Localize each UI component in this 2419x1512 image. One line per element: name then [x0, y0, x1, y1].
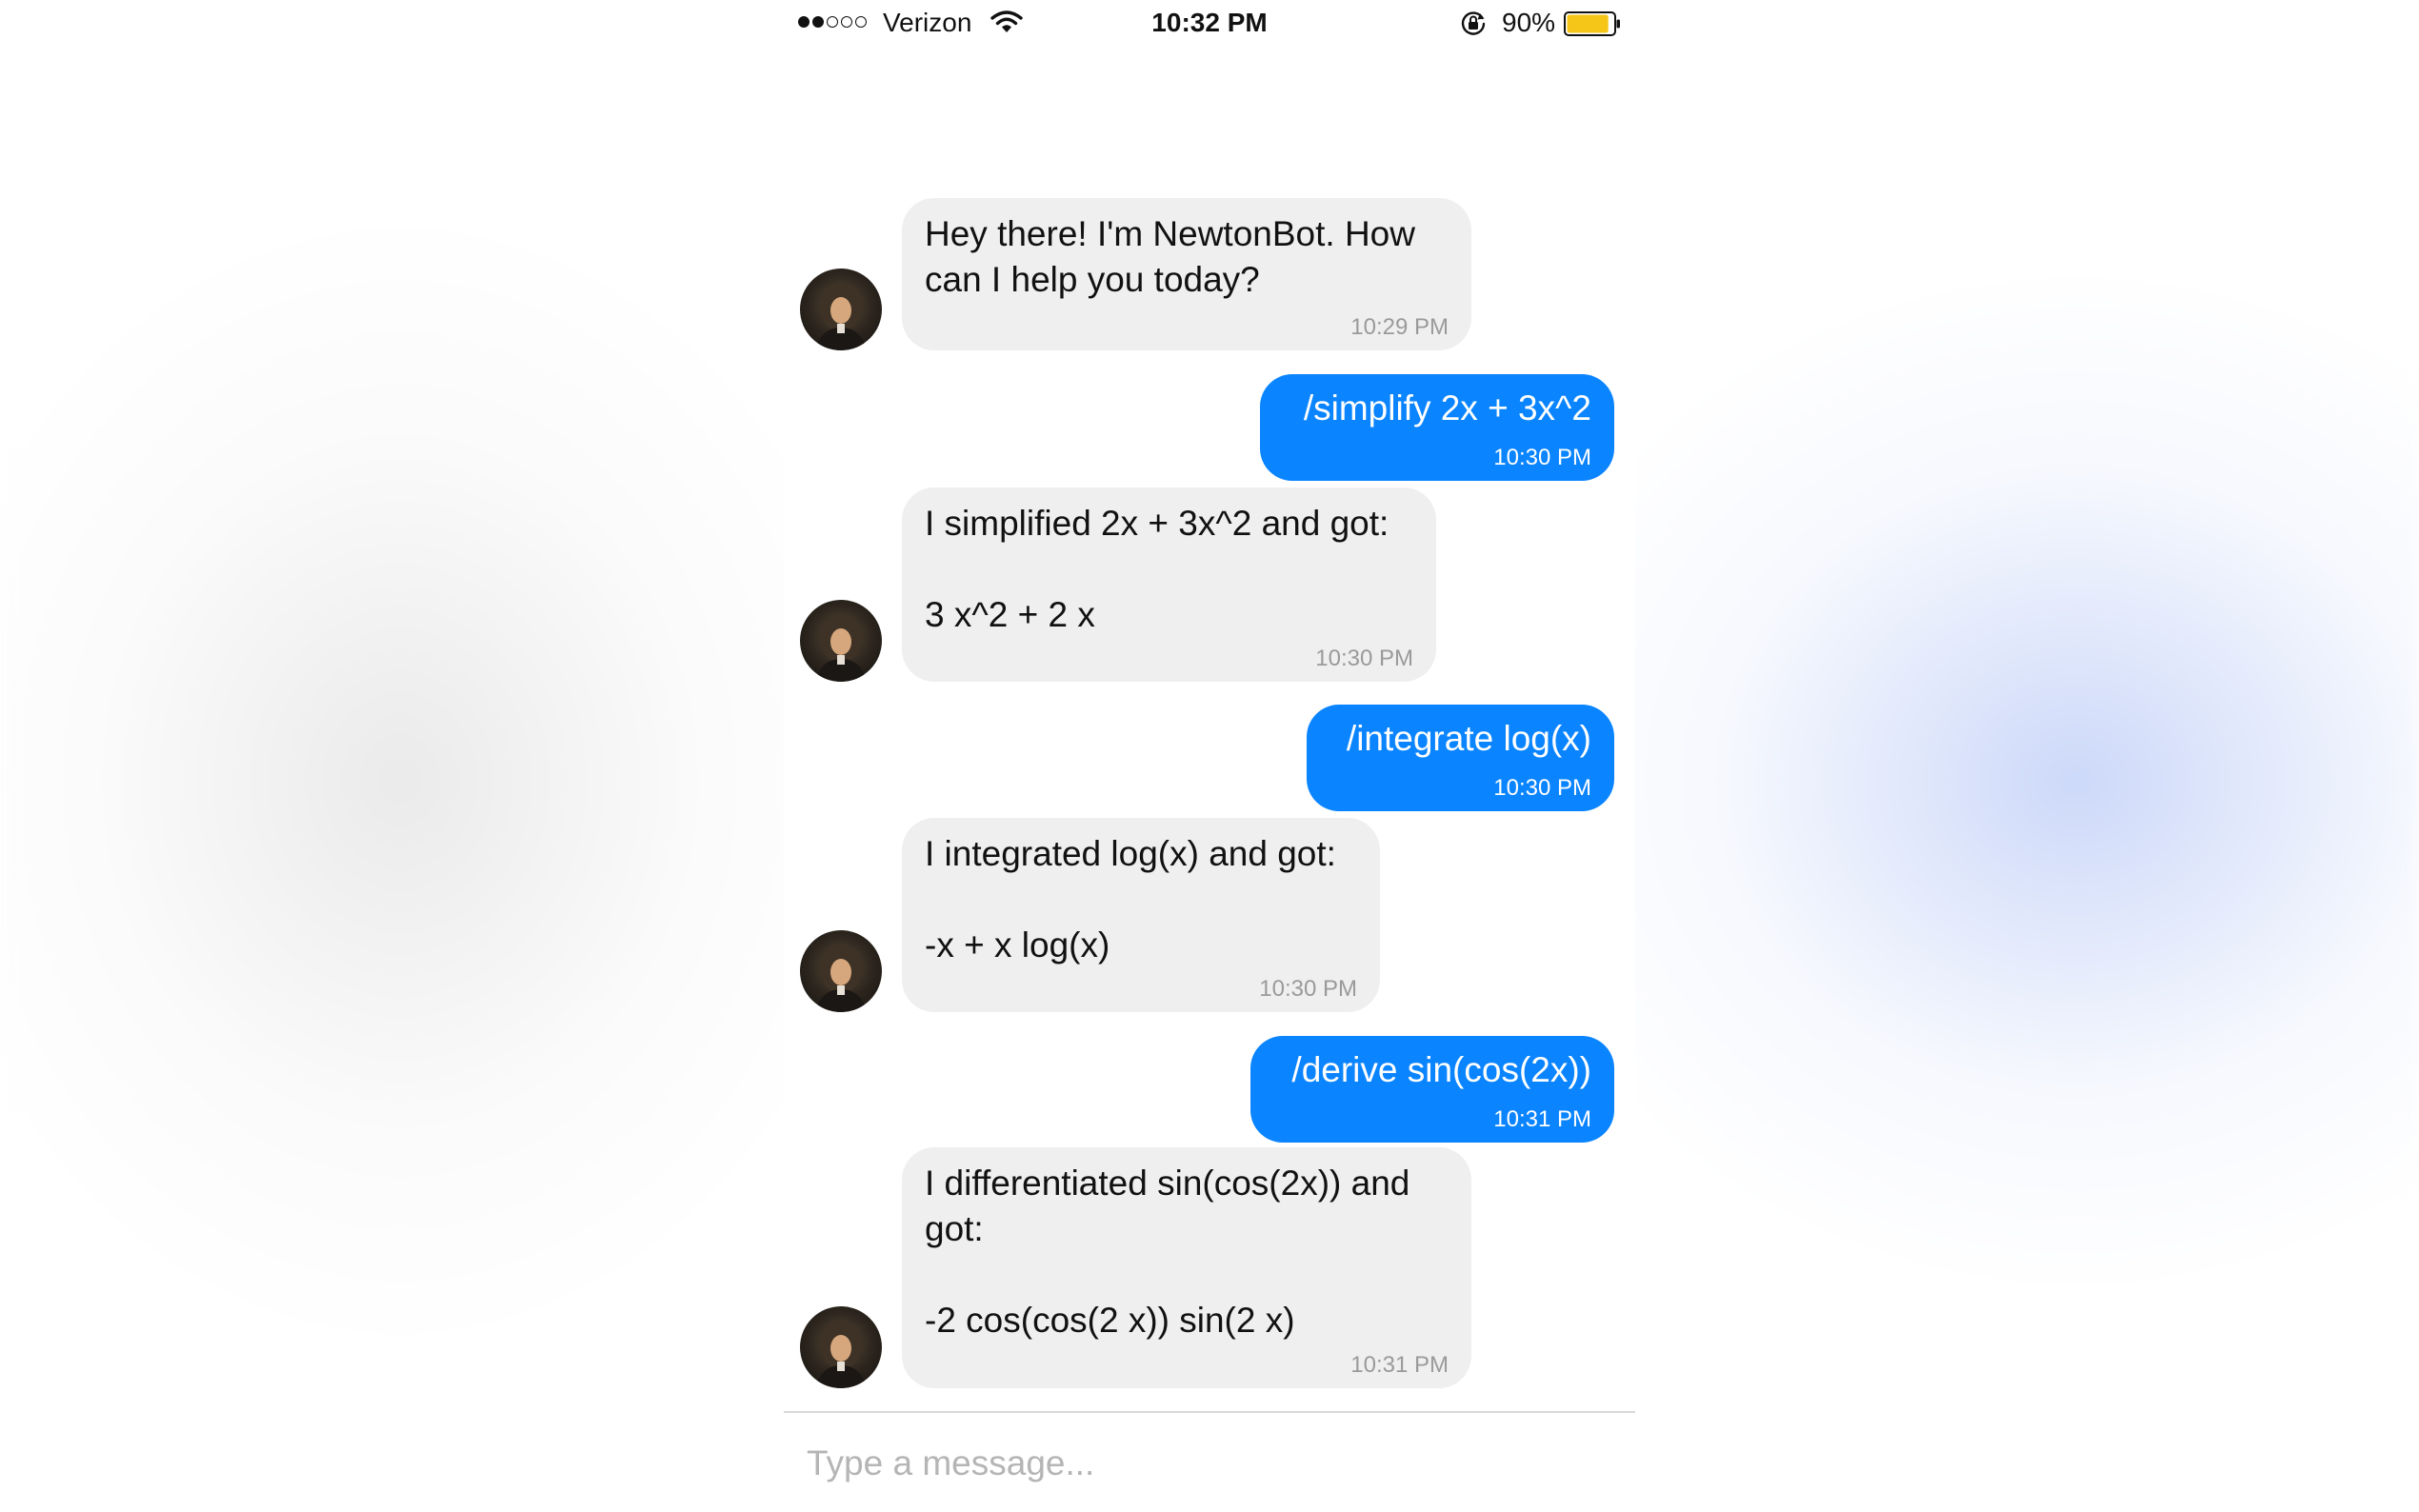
message-text: /simplify 2x + 3x^2 — [1303, 388, 1591, 428]
message-text: I simplified 2x + 3x^2 and got: 3 x^2 + … — [925, 504, 1389, 634]
message-timestamp: 10:30 PM — [1259, 976, 1357, 1002]
newtonbot-avatar[interactable] — [800, 930, 882, 1012]
phone-screen: Verizon 10:32 PM 90% Hey there! I'm Newt… — [784, 0, 1635, 1512]
message-composer — [784, 1411, 1635, 1512]
message-timestamp: 10:29 PM — [1350, 314, 1449, 340]
newtonbot-avatar[interactable] — [800, 269, 882, 350]
message-timestamp: 10:30 PM — [1315, 646, 1413, 671]
message-input[interactable] — [805, 1436, 1609, 1491]
bot-message-bubble: I differentiated sin(cos(2x)) and got: -… — [902, 1147, 1471, 1388]
bot-message-bubble: Hey there! I'm NewtonBot. How can I help… — [902, 198, 1471, 350]
battery-icon — [1564, 11, 1620, 36]
message-timestamp: 10:30 PM — [1493, 445, 1591, 470]
newtonbot-avatar[interactable] — [800, 1306, 882, 1388]
message-text: I integrated log(x) and got: -x + x log(… — [925, 834, 1336, 965]
bot-message-bubble: I integrated log(x) and got: -x + x log(… — [902, 818, 1380, 1012]
user-message-bubble: /simplify 2x + 3x^2 10:30 PM — [1260, 374, 1614, 481]
message-timestamp: 10:31 PM — [1350, 1352, 1449, 1378]
user-message-bubble: /integrate log(x) 10:30 PM — [1307, 705, 1614, 811]
bot-message-bubble: I simplified 2x + 3x^2 and got: 3 x^2 + … — [902, 487, 1436, 682]
message-text: /derive sin(cos(2x)) — [1291, 1050, 1591, 1089]
status-bar: Verizon 10:32 PM 90% — [784, 0, 1635, 46]
message-timestamp: 10:31 PM — [1493, 1106, 1591, 1132]
message-timestamp: 10:30 PM — [1493, 775, 1591, 801]
message-text: I differentiated sin(cos(2x)) and got: -… — [925, 1164, 1410, 1340]
message-text: /integrate log(x) — [1346, 719, 1591, 758]
battery-percent: 90% — [1502, 8, 1556, 37]
message-text: Hey there! I'm NewtonBot. How can I help… — [925, 214, 1415, 299]
orientation-lock-icon — [1461, 11, 1486, 35]
newtonbot-avatar[interactable] — [800, 600, 882, 682]
user-message-bubble: /derive sin(cos(2x)) 10:31 PM — [1250, 1036, 1614, 1143]
